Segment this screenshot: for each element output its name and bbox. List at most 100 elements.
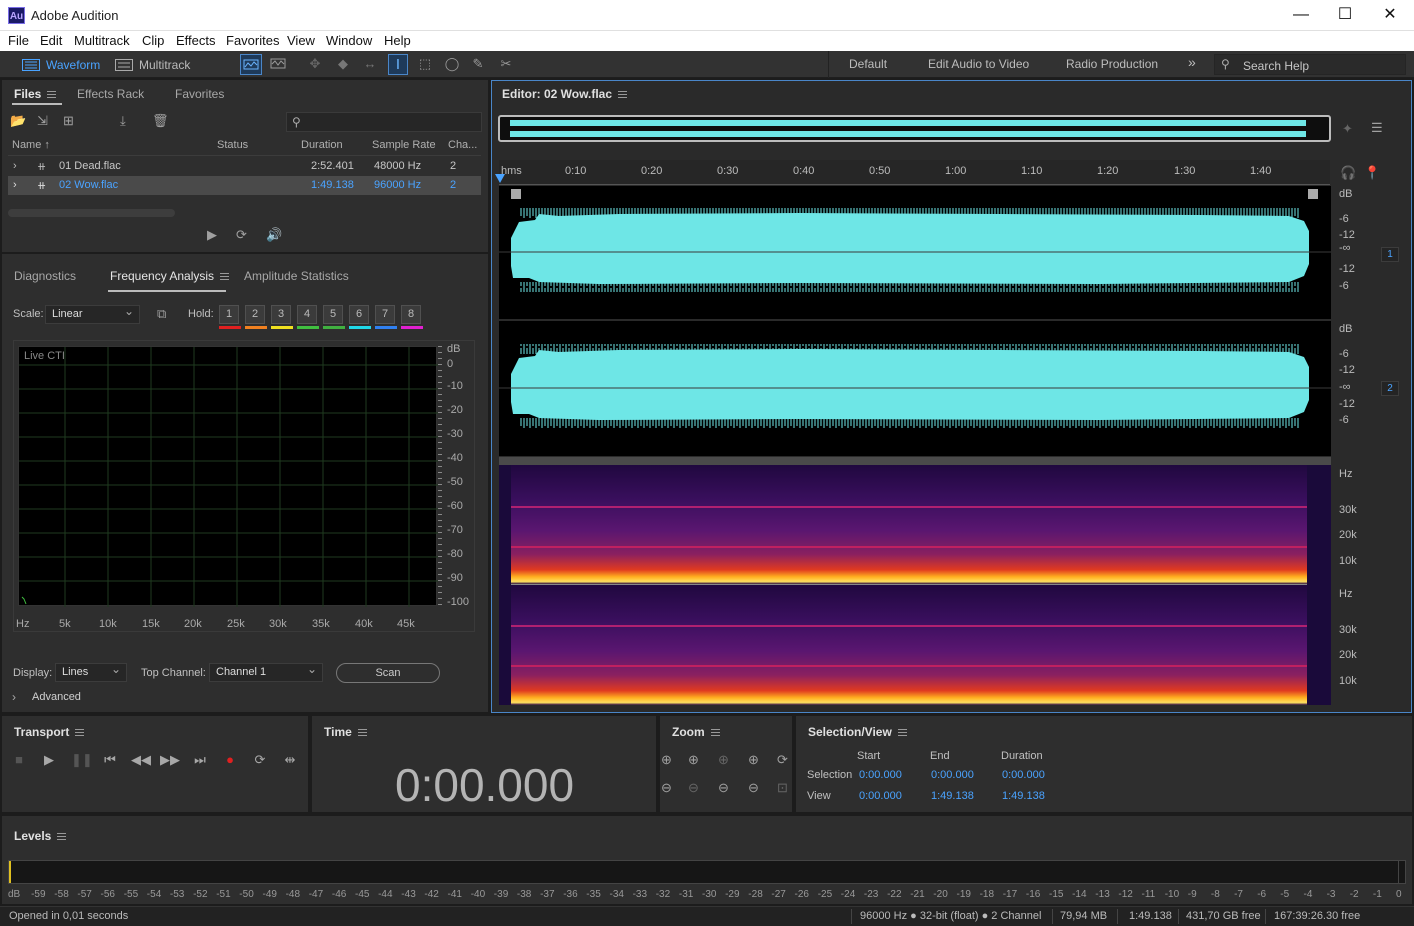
lasso-tool-icon[interactable]: ◯: [443, 55, 461, 73]
next-icon[interactable]: ⏭: [191, 752, 209, 768]
import-file-icon[interactable]: ⇲: [37, 113, 48, 129]
zoom-out-amplitude-icon[interactable]: ⊖: [661, 780, 672, 796]
time-selection-tool-icon[interactable]: I: [388, 54, 408, 75]
zoom-reset-icon[interactable]: ⊡: [777, 780, 788, 796]
tab-files[interactable]: Files: [14, 87, 57, 101]
rewind-icon[interactable]: ◀◀: [131, 752, 151, 768]
menu-view[interactable]: View: [287, 33, 315, 48]
hold-button-7[interactable]: 7: [375, 305, 395, 324]
panel-menu-icon[interactable]: [75, 729, 85, 737]
waveform-display[interactable]: [499, 186, 1331, 456]
menu-file[interactable]: File: [8, 33, 29, 48]
new-file-icon[interactable]: ⊞: [63, 113, 74, 129]
scan-button[interactable]: Scan: [336, 663, 440, 683]
search-help-field[interactable]: ⚲ Search Help: [1214, 54, 1406, 75]
zoom-out-full-icon[interactable]: ⊖: [748, 780, 759, 796]
menu-effects[interactable]: Effects: [176, 33, 216, 48]
spectrogram-display[interactable]: [499, 465, 1331, 705]
razor-tool-icon[interactable]: ◆: [334, 55, 352, 73]
maximize-button[interactable]: ☐: [1322, 0, 1368, 31]
menu-window[interactable]: Window: [326, 33, 372, 48]
view-start[interactable]: 0:00.000: [859, 790, 902, 802]
workspace-default[interactable]: Default: [849, 57, 887, 71]
selection-end[interactable]: 0:00.000: [931, 769, 974, 781]
expand-chevron-icon[interactable]: ›: [13, 160, 17, 172]
scale-dropdown[interactable]: Linear: [45, 303, 140, 324]
copy-icon[interactable]: ⧉: [157, 306, 166, 322]
hold-button-1[interactable]: 1: [219, 305, 239, 324]
advanced-label[interactable]: Advanced: [32, 691, 81, 703]
panel-menu-icon[interactable]: [220, 273, 230, 281]
file-search-input[interactable]: ⚲: [286, 112, 482, 132]
time-ruler[interactable]: [499, 160, 1330, 185]
minimize-button[interactable]: —: [1278, 0, 1324, 31]
panel-menu-icon[interactable]: [897, 729, 907, 737]
hold-button-3[interactable]: 3: [271, 305, 291, 324]
channel-1-badge[interactable]: 1: [1381, 247, 1399, 262]
headphones-icon[interactable]: 🎧: [1340, 165, 1356, 181]
clip-indicator[interactable]: [1398, 861, 1406, 883]
spectral-frequency-toggle[interactable]: [240, 54, 262, 75]
tab-amplitude-statistics[interactable]: Amplitude Statistics: [244, 269, 349, 283]
zoom-to-selection-icon[interactable]: ✦: [1342, 121, 1353, 137]
column-duration[interactable]: Duration: [301, 139, 343, 151]
menu-edit[interactable]: Edit: [40, 33, 62, 48]
record-icon[interactable]: ●: [221, 752, 239, 767]
loop-icon[interactable]: ⟳: [251, 752, 269, 768]
panel-menu-icon[interactable]: [357, 729, 367, 737]
multitrack-view-button[interactable]: Multitrack: [115, 55, 190, 74]
menu-multitrack[interactable]: Multitrack: [74, 33, 130, 48]
menu-clip[interactable]: Clip: [142, 33, 164, 48]
tab-effects-rack[interactable]: Effects Rack: [77, 87, 144, 101]
panel-menu-icon[interactable]: [47, 91, 57, 99]
zoom-out-time-icon[interactable]: ⊖: [688, 780, 699, 796]
panel-menu-icon[interactable]: [618, 91, 628, 99]
menu-help[interactable]: Help: [384, 33, 411, 48]
selection-duration[interactable]: 0:00.000: [1002, 769, 1045, 781]
column-channels[interactable]: Cha...: [448, 139, 477, 151]
column-name[interactable]: Name ↑: [12, 139, 50, 151]
view-duration[interactable]: 1:49.138: [1002, 790, 1045, 802]
tab-diagnostics[interactable]: Diagnostics: [14, 269, 76, 283]
file-row[interactable]: › ⧺ 01 Dead.flac 2:52.401 48000 Hz 2: [8, 157, 481, 176]
overview-navigator[interactable]: [498, 115, 1331, 142]
panel-menu-icon[interactable]: [57, 833, 67, 841]
workspace-edit-audio-to-video[interactable]: Edit Audio to Video: [928, 57, 1029, 71]
play-icon[interactable]: ▶: [40, 752, 58, 768]
spectral-pitch-toggle[interactable]: [269, 55, 287, 73]
column-status[interactable]: Status: [217, 139, 248, 151]
marker-pin-icon[interactable]: 📍: [1364, 165, 1380, 181]
spot-healing-tool-icon[interactable]: ✂: [497, 55, 515, 73]
horizontal-scrollbar[interactable]: [8, 209, 175, 217]
autoplay-icon[interactable]: 🔊: [266, 227, 282, 243]
more-workspaces-icon[interactable]: »: [1188, 54, 1196, 70]
slip-tool-icon[interactable]: ↔: [361, 55, 379, 73]
view-splitter[interactable]: [499, 457, 1331, 465]
tab-favorites[interactable]: Favorites: [175, 87, 224, 101]
editor-options-icon[interactable]: ☰: [1371, 120, 1383, 136]
selection-start[interactable]: 0:00.000: [859, 769, 902, 781]
loop-preview-icon[interactable]: ⟳: [236, 227, 247, 243]
channel-2-badge[interactable]: 2: [1381, 381, 1399, 396]
tab-frequency-analysis[interactable]: Frequency Analysis: [110, 269, 230, 283]
view-end[interactable]: 1:49.138: [931, 790, 974, 802]
stop-icon[interactable]: ■: [10, 752, 28, 767]
close-button[interactable]: ✕: [1367, 0, 1413, 31]
file-row-selected[interactable]: › ⧺ 02 Wow.flac 1:49.138 96000 Hz 2: [8, 176, 481, 195]
pause-icon[interactable]: ❚❚: [71, 752, 93, 768]
hold-button-4[interactable]: 4: [297, 305, 317, 324]
workspace-radio-production[interactable]: Radio Production: [1066, 57, 1158, 71]
play-preview-icon[interactable]: ▶: [207, 227, 217, 243]
open-file-icon[interactable]: 📂: [10, 113, 26, 129]
zoom-out-selection-icon[interactable]: ⊖: [718, 780, 729, 796]
zoom-in-time-icon[interactable]: ⊕: [688, 752, 699, 768]
waveform-view-button[interactable]: Waveform: [22, 55, 100, 74]
playhead-marker[interactable]: [495, 174, 505, 183]
delete-icon[interactable]: 🗑: [152, 113, 169, 129]
insert-icon[interactable]: ⤓: [120, 113, 126, 129]
zoom-in-selection-icon[interactable]: ⊕: [718, 752, 729, 768]
marquee-tool-icon[interactable]: ⬚: [416, 55, 434, 73]
brush-tool-icon[interactable]: ✎: [469, 55, 487, 73]
hold-button-8[interactable]: 8: [401, 305, 421, 324]
top-channel-dropdown[interactable]: Channel 1: [209, 661, 323, 682]
